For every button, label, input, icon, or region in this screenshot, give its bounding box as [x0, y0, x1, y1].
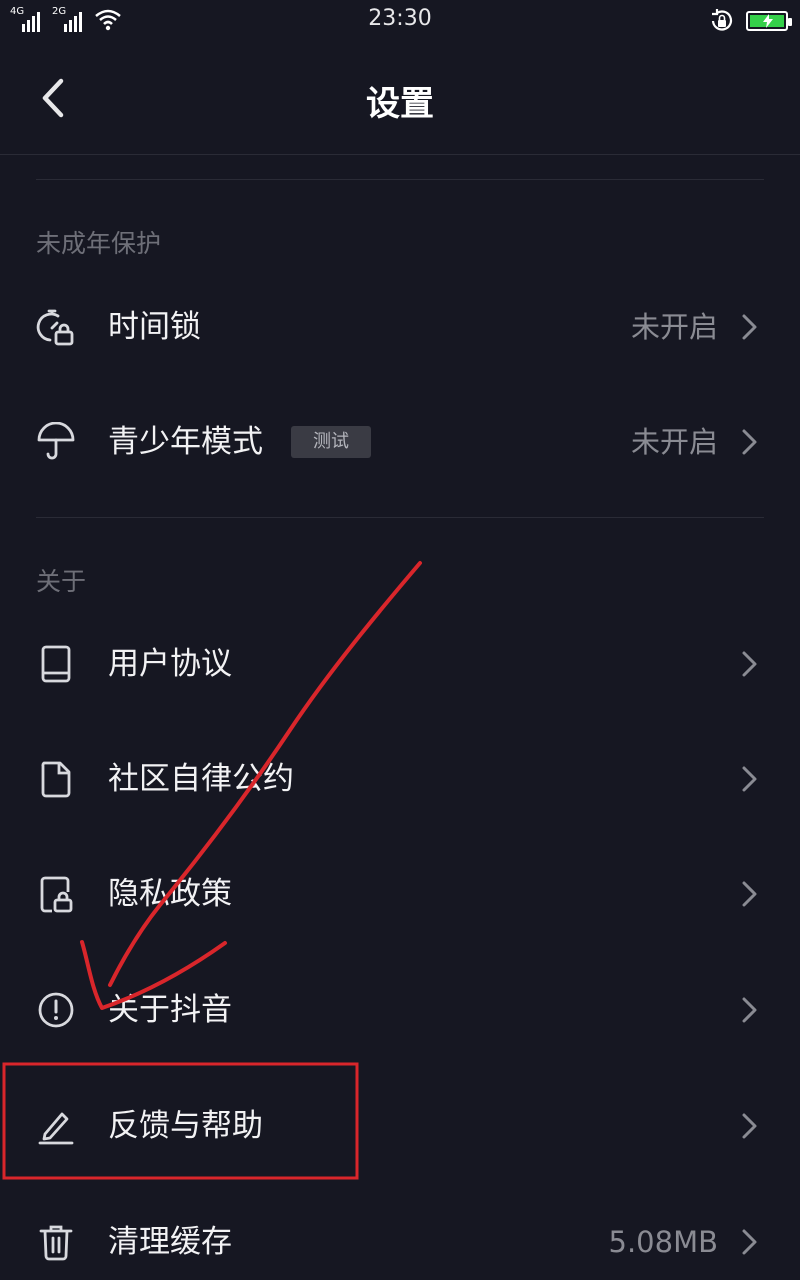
settings-row-user-agreement[interactable]: 用户协议: [0, 608, 800, 720]
settings-row-community-guidelines[interactable]: 社区自律公约: [0, 723, 800, 835]
umbrella-icon: [37, 422, 75, 460]
status-right: [708, 7, 792, 35]
chevron-right-icon: [742, 314, 757, 340]
battery-icon: [746, 11, 792, 31]
chevron-right-icon: [742, 651, 757, 677]
settings-row-clear-cache[interactable]: 清理缓存 5.08MB: [0, 1186, 800, 1280]
clear-cache-label: 清理缓存: [108, 1224, 232, 1260]
pencil-icon: [38, 1112, 74, 1145]
settings-row-privacy-policy[interactable]: 隐私政策: [0, 838, 800, 950]
privacy-policy-label: 隐私政策: [108, 876, 232, 912]
settings-row-feedback-help[interactable]: 反馈与帮助: [0, 1070, 800, 1182]
community-guidelines-label: 社区自律公约: [108, 761, 294, 797]
book-icon: [41, 645, 71, 683]
page-title: 设置: [366, 84, 434, 124]
chevron-right-icon: [742, 766, 757, 792]
status-time: 23:30: [368, 6, 432, 31]
chevron-right-icon: [742, 429, 757, 455]
rotation-lock-icon: [711, 9, 733, 31]
about-douyin-label: 关于抖音: [108, 992, 232, 1028]
time-lock-label: 时间锁: [108, 309, 201, 345]
settings-row-about-douyin[interactable]: 关于抖音: [0, 954, 800, 1066]
time-lock-status: 未开启: [630, 310, 718, 344]
teen-mode-status: 未开启: [630, 425, 718, 459]
user-agreement-label: 用户协议: [108, 646, 232, 682]
lock-document-icon: [40, 876, 73, 913]
section-title-about: 关于: [36, 567, 87, 596]
feedback-help-label: 反馈与帮助: [108, 1108, 263, 1144]
settings-row-time-lock[interactable]: 时间锁 未开启: [0, 271, 800, 383]
trash-icon: [39, 1225, 73, 1261]
cache-size: 5.08MB: [608, 1225, 719, 1259]
chevron-right-icon: [742, 1229, 757, 1255]
header: 设置: [0, 42, 800, 155]
settings-screen: 4G 2G 23:30 设置 未成年保护 时间锁 未开启 青少年模式 未开启 测…: [0, 0, 800, 1280]
teen-mode-label: 青少年模式: [108, 424, 263, 460]
settings-row-teen-mode[interactable]: 青少年模式 未开启: [0, 386, 800, 498]
chevron-right-icon: [742, 881, 757, 907]
divider: [36, 517, 764, 518]
exclamation-circle-icon: [38, 992, 74, 1028]
beta-badge: 测试: [291, 426, 371, 458]
chevron-right-icon: [742, 1113, 757, 1139]
section-title-minor-protection: 未成年保护: [36, 229, 162, 258]
divider: [36, 179, 764, 180]
charging-bolt-icon: [763, 14, 773, 28]
chevron-right-icon: [742, 997, 757, 1023]
timer-lock-icon: [36, 309, 74, 346]
document-icon: [41, 761, 71, 798]
status-bar: 4G 2G 23:30: [0, 0, 800, 42]
